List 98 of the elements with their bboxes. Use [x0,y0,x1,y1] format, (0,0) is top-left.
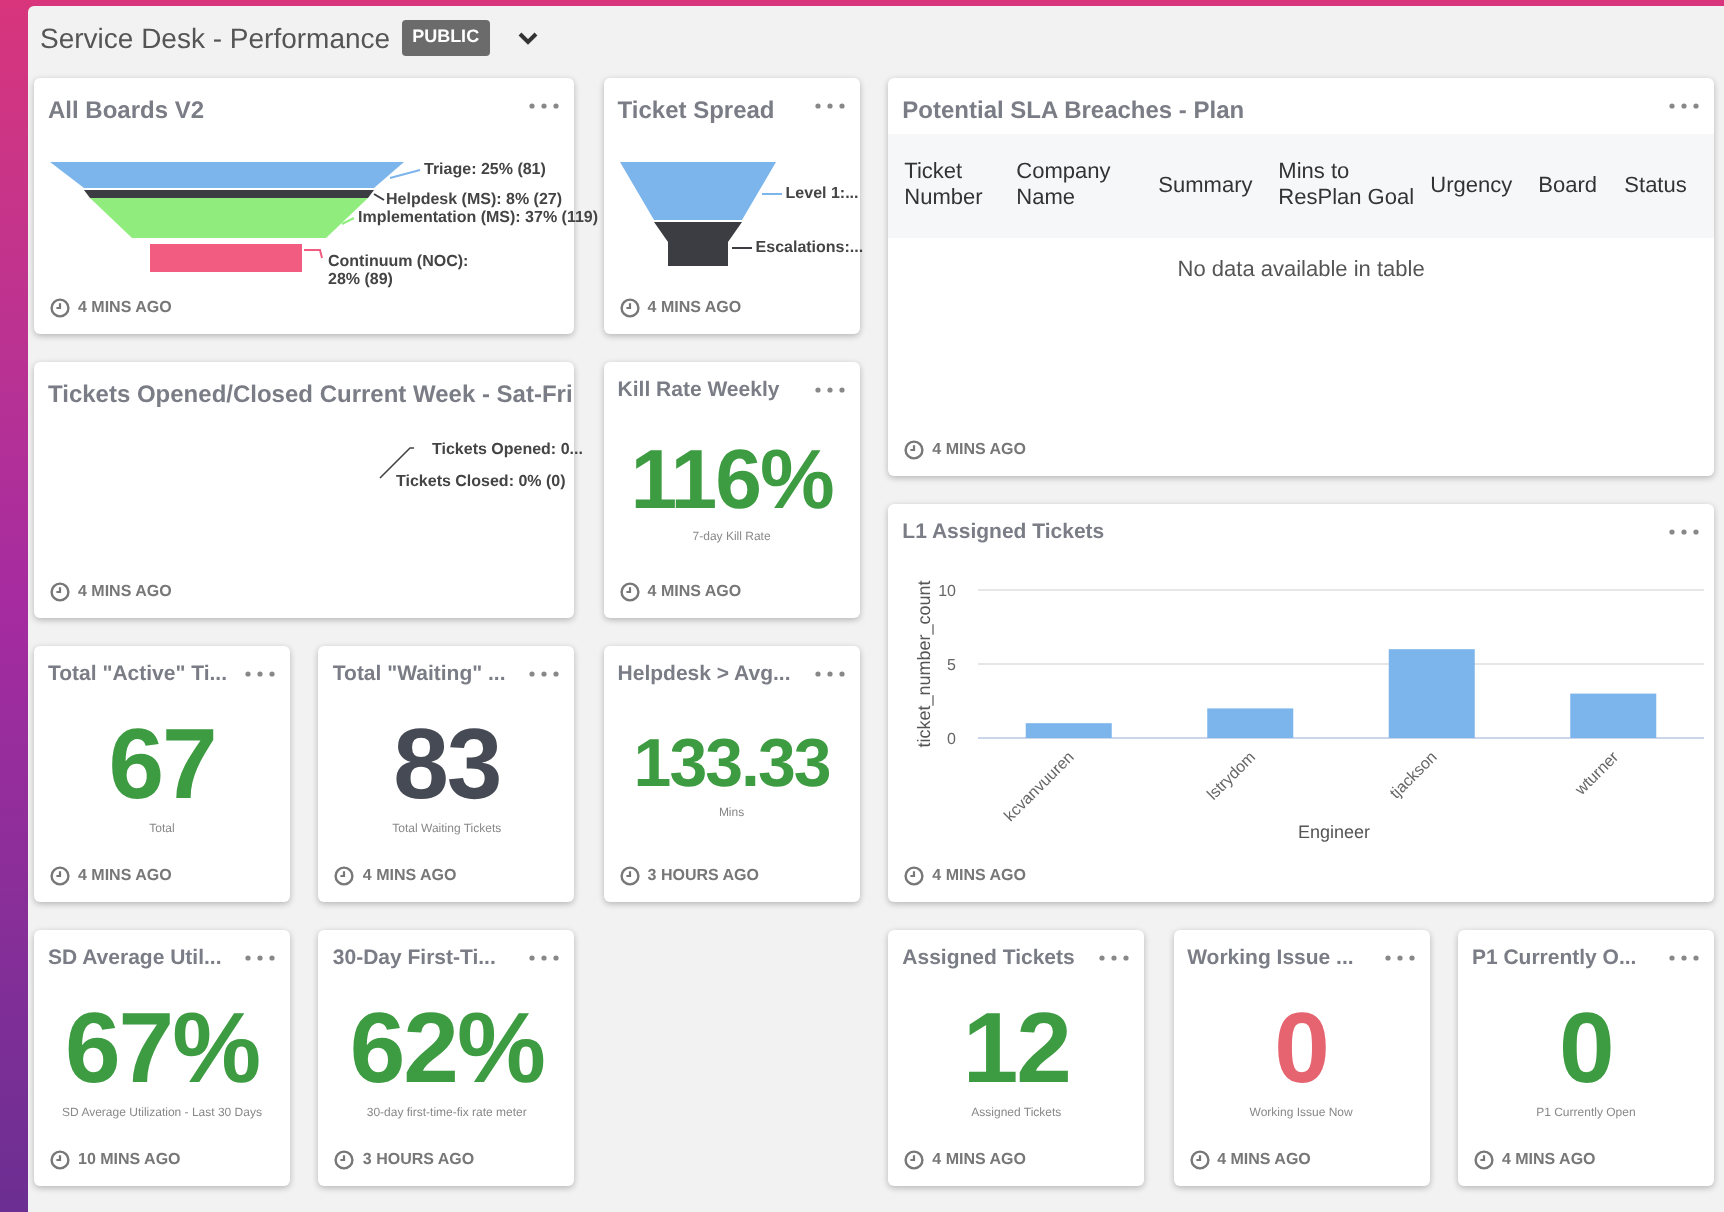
updated-time: 3 HOURS AGO [362,1148,475,1172]
funnel-label: Level 1:... [785,184,859,202]
clock-icon [334,1150,355,1170]
updated-time: 4 MINS AGO [932,864,1026,888]
funnel-label: Helpdesk (MS): 8% (27) [386,190,563,208]
column-header: Summary [1158,134,1279,238]
clock-icon [50,866,70,886]
updated-time: 4 MINS AGO [78,864,172,888]
clock-icon [50,1150,70,1170]
updated-time: 3 HOURS AGO [647,864,759,888]
clock-icon [619,298,640,318]
funnel-label: Implementation (MS): 37% (119) [358,208,599,226]
column-header: Company Name [1016,134,1159,238]
column-header: Board [1538,134,1625,238]
stat-value: 116% [630,438,833,522]
funnel-label: Continuum (NOC): 28% (89) [328,252,471,288]
pie-label: Tickets Opened: 0... [432,438,583,462]
empty-table-message: No data available in table [1175,256,1427,286]
stat-value: 133.33 [633,730,830,798]
chevron-down-icon[interactable] [517,31,538,45]
card-title: Total "Active" Ti... [48,660,228,690]
clock-icon [334,866,355,886]
more-icon[interactable] [1667,528,1700,536]
card-title: Ticket Spread [617,94,775,128]
stat-value: 67% [64,998,260,1098]
more-icon[interactable] [244,954,276,962]
stat-value: 12 [962,998,1070,1098]
y-axis-title: ticket_number_count [914,580,935,748]
more-icon[interactable] [528,670,561,678]
card-title: Kill Rate Weekly [617,376,780,406]
clock-icon [50,582,70,602]
visibility-badge: PUBLIC [402,20,490,56]
stat-value: 0 [1274,998,1328,1098]
more-icon[interactable] [1667,954,1700,962]
dashboard-title: Service Desk - Performance [40,19,391,57]
updated-time: 4 MINS AGO [1501,1148,1596,1172]
y-tick-label: 0 [947,730,957,748]
leader-line [303,249,323,259]
clock-icon [1189,1150,1210,1170]
card-title: Working Issue ... [1187,944,1354,974]
bar [1389,649,1476,738]
card-title: Helpdesk > Avg... [617,660,791,690]
clock-icon [1473,1150,1494,1170]
clock-icon [50,298,70,318]
column-header: Status [1624,134,1714,238]
stat-value: 83 [393,714,501,814]
card-title: P1 Currently O... [1471,944,1637,974]
funnel-label: Escalations:... [755,238,864,256]
more-icon[interactable] [813,386,846,394]
pie-label: Tickets Closed: 0% (0) [396,470,566,494]
stat-value: 0 [1559,998,1613,1098]
more-icon[interactable] [528,954,561,962]
bar [1207,708,1294,738]
card-title: All Boards V2 [48,94,205,128]
more-icon[interactable] [813,670,846,678]
bar [1026,723,1113,738]
funnel-label: Triage: 25% (81) [424,160,546,178]
column-header: Ticket Number [888,134,1017,238]
clock-icon [904,866,925,886]
card-title: Tickets Opened/Closed Current Week - Sat-Fri [48,378,573,412]
stat-value: 67 [108,714,216,814]
more-icon[interactable] [244,670,276,678]
more-icon[interactable] [528,102,561,110]
updated-time: 4 MINS AGO [78,580,172,604]
updated-time: 4 MINS AGO [1217,1148,1311,1172]
card-title: SD Average Util... [48,944,222,974]
x-axis-title: Engineer [1298,822,1371,842]
more-icon[interactable] [1667,102,1700,110]
leader-line [341,217,355,225]
card-title: Assigned Tickets [902,944,1075,974]
updated-time: 4 MINS AGO [647,580,742,604]
updated-time: 4 MINS AGO [362,864,457,888]
clock-icon [904,1150,925,1170]
updated-time: 4 MINS AGO [647,296,742,320]
card-title: Potential SLA Breaches - Plan [902,94,1245,128]
column-header: Urgency [1430,134,1539,238]
card-title: 30-Day First-Ti... [332,944,496,974]
column-header: Mins to ResPlan Goal [1278,134,1431,238]
updated-time: 4 MINS AGO [932,438,1026,462]
more-icon[interactable] [813,102,846,110]
leader-line [730,247,753,249]
card-title: Total "Waiting" ... [332,660,506,690]
updated-time: 10 MINS AGO [78,1148,181,1172]
clock-icon [619,582,640,602]
more-icon[interactable] [1383,954,1416,962]
more-icon[interactable] [1098,954,1131,962]
updated-time: 4 MINS AGO [932,1148,1026,1172]
card-title: L1 Assigned Tickets [902,518,1105,548]
clock-icon [619,866,640,886]
clock-icon [904,440,925,460]
stat-value: 62% [349,998,544,1098]
leader-line [373,193,385,201]
y-tick-label: 5 [947,656,957,674]
leader-line [389,169,421,179]
leader-line [760,193,783,195]
updated-time: 4 MINS AGO [78,296,172,320]
bar [1570,693,1657,738]
y-tick-label: 10 [938,582,957,600]
